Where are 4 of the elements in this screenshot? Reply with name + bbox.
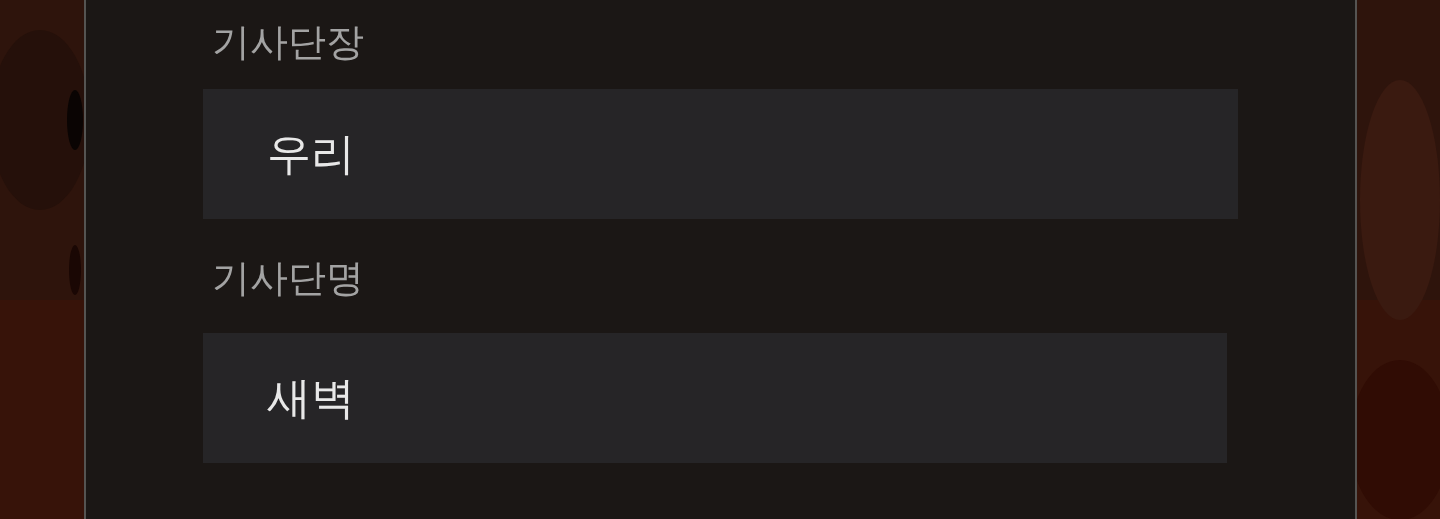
field-label: 기사단장 [212, 19, 364, 66]
input-field[interactable]: 새벽 [203, 333, 1227, 463]
field-label: 기사단명 [212, 255, 364, 302]
input-field[interactable]: 우리 [203, 89, 1238, 219]
